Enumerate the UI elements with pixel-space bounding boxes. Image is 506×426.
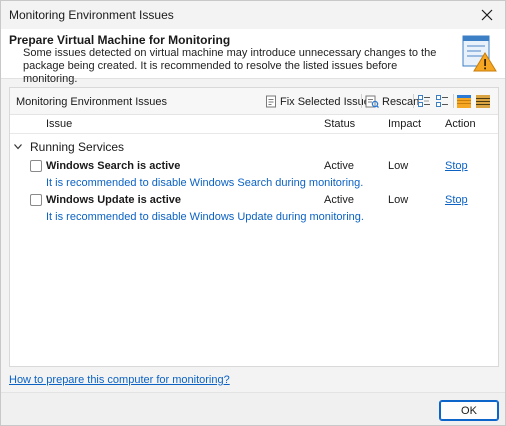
issue-note: It is recommended to disable Windows Sea… — [46, 177, 364, 189]
issue-name: Windows Search is active — [46, 160, 181, 172]
panel-title: Monitoring Environment Issues — [16, 96, 168, 108]
window-title: Monitoring Environment Issues — [9, 8, 174, 22]
view-list-icon — [476, 95, 490, 108]
expand-all-button[interactable] — [418, 93, 434, 110]
collapse-all-icon — [436, 95, 448, 107]
column-issue[interactable]: Issue — [46, 118, 72, 130]
group-running-services[interactable]: Running Services — [14, 139, 124, 155]
toolbar-divider — [361, 94, 362, 108]
close-button[interactable] — [475, 4, 499, 26]
collapse-all-button[interactable] — [436, 93, 452, 110]
ok-button[interactable]: OK — [439, 400, 499, 421]
group-label: Running Services — [30, 140, 125, 154]
column-action[interactable]: Action — [445, 118, 476, 130]
title-bar: Monitoring Environment Issues — [1, 1, 505, 29]
column-header-row: Issue Status Impact Action — [10, 116, 498, 134]
view-color-button[interactable] — [457, 93, 474, 110]
rescan-button[interactable]: Rescan — [365, 93, 419, 110]
expand-all-icon — [418, 95, 430, 107]
issue-status: Active — [324, 194, 354, 206]
stop-link[interactable]: Stop — [445, 160, 468, 172]
issue-impact: Low — [388, 160, 409, 172]
rescan-icon — [365, 95, 379, 108]
view-list-button[interactable] — [476, 93, 493, 110]
issue-checkbox[interactable] — [30, 160, 42, 172]
dialog-window: Monitoring Environment Issues Prepare Vi… — [0, 0, 506, 426]
chevron-down-icon — [14, 144, 22, 150]
issue-note: It is recommended to disable Windows Upd… — [46, 211, 364, 223]
header-title: Prepare Virtual Machine for Monitoring — [9, 33, 231, 47]
column-status[interactable]: Status — [324, 118, 355, 130]
header-banner: Prepare Virtual Machine for Monitoring S… — [1, 29, 505, 85]
issues-panel: Monitoring Environment Issues Fix Select… — [9, 87, 499, 367]
issue-status: Active — [324, 160, 354, 172]
issue-name: Windows Update is active — [46, 194, 181, 206]
table-row: Windows Update is active Active Low Stop — [10, 192, 498, 208]
toolbar-divider — [453, 94, 454, 108]
warning-document-icon — [462, 35, 497, 72]
table-row: Windows Search is active Active Low Stop — [10, 158, 498, 174]
dialog-footer: OK — [1, 392, 505, 425]
close-icon — [481, 9, 493, 21]
header-description: Some issues detected on virtual machine … — [23, 47, 437, 85]
view-color-icon — [457, 95, 471, 108]
toolbar-divider — [413, 94, 414, 108]
issue-impact: Low — [388, 194, 409, 206]
fix-icon — [266, 95, 276, 108]
column-impact[interactable]: Impact — [388, 118, 421, 130]
fix-selected-issues-button[interactable]: Fix Selected Issues — [265, 93, 375, 110]
stop-link[interactable]: Stop — [445, 194, 468, 206]
issue-checkbox[interactable] — [30, 194, 42, 206]
help-link[interactable]: How to prepare this computer for monitor… — [9, 374, 230, 386]
panel-header: Monitoring Environment Issues Fix Select… — [10, 88, 498, 115]
